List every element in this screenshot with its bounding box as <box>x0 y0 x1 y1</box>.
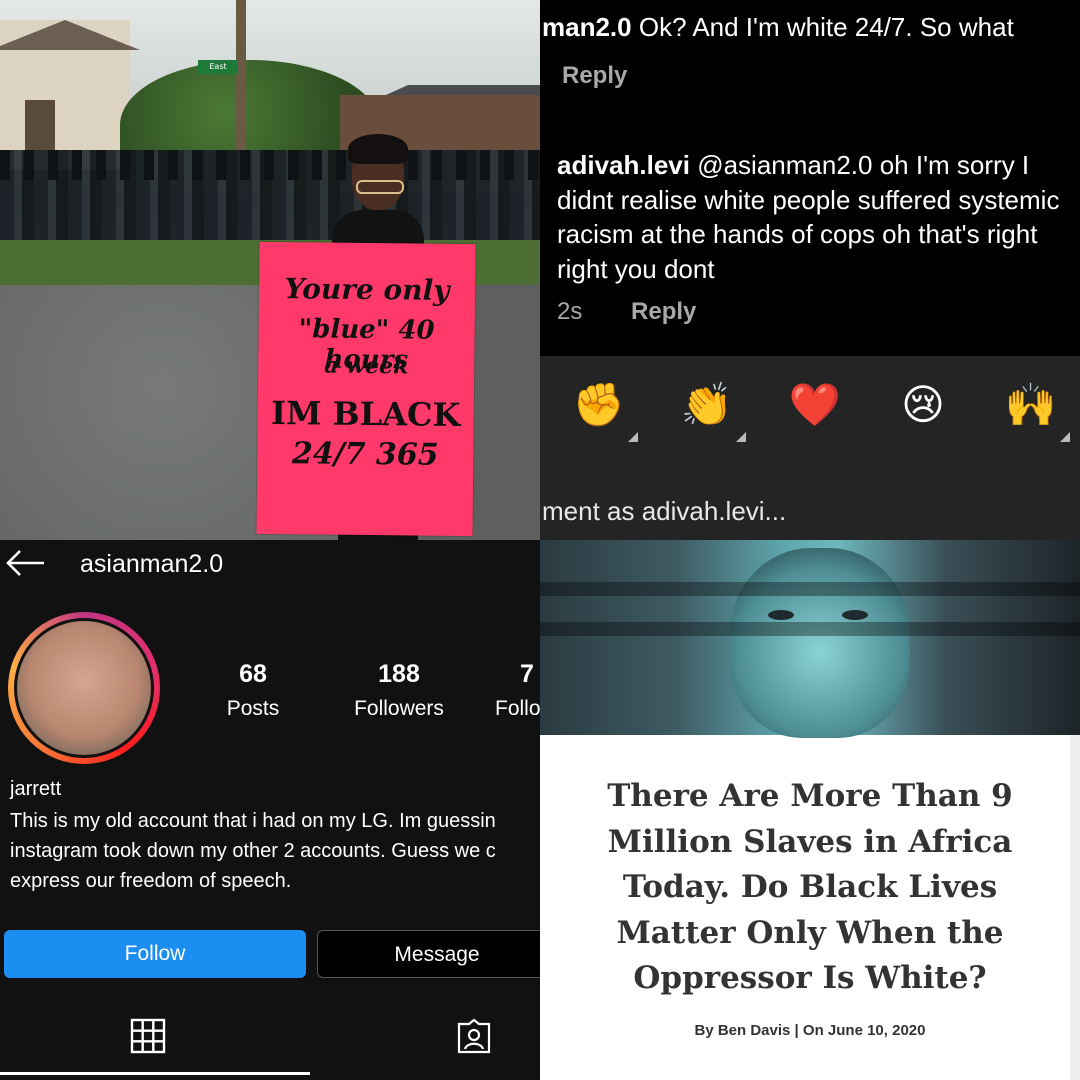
house-window <box>25 100 55 150</box>
reply-button[interactable]: Reply <box>562 62 627 90</box>
message-button[interactable]: Message <box>317 930 540 978</box>
raised-fist-icon[interactable]: ✊ <box>572 378 626 432</box>
glitch-band <box>540 582 1080 596</box>
comment-2-meta: 2s Reply <box>557 298 696 326</box>
stat-following-label: Follo <box>495 697 540 720</box>
sign-line-1: Youre only <box>284 272 450 307</box>
glasses <box>356 180 404 194</box>
sign-line-3: a week <box>324 352 409 380</box>
emoji-reaction-bar: ✊ 👏 ❤️ 😢 🙌 <box>540 356 1080 456</box>
page-edge <box>1070 735 1080 1080</box>
clapping-hands-icon[interactable]: 👏 <box>680 378 734 432</box>
comment-1-text: Ok? And I'm white 24/7. So what <box>638 12 1014 42</box>
protester-hair <box>348 134 408 164</box>
stat-followers[interactable]: 188 Followers <box>334 660 464 721</box>
tagged-icon[interactable] <box>455 1018 493 1054</box>
comment-input-bar[interactable]: ment as adivah.levi... <box>540 456 1080 540</box>
raising-hands-icon[interactable]: 🙌 <box>1004 378 1058 432</box>
emoji-variant-indicator <box>736 432 746 442</box>
comment-time: 2s <box>557 298 583 325</box>
house-left <box>0 20 140 170</box>
comment-2-user[interactable]: adivah.levi <box>557 150 690 180</box>
stat-posts-label: Posts <box>226 697 280 720</box>
stat-followers-label: Followers <box>354 697 444 720</box>
follow-button[interactable]: Follow <box>4 930 306 978</box>
profile-username: asianman2.0 <box>80 550 224 578</box>
comments-screenshot: man2.0 Ok? And I'm white 24/7. So what R… <box>540 0 1080 540</box>
article-byline: By Ben Davis | On June 10, 2020 <box>694 1022 926 1039</box>
stat-posts[interactable]: 68 Posts <box>188 660 318 721</box>
police-helmets <box>0 150 540 180</box>
article-screenshot: There Are More Than 9 Million Slaves in … <box>540 540 1080 1080</box>
profile-name: jarrett <box>10 778 62 800</box>
child-face <box>730 548 910 738</box>
red-heart-icon[interactable]: ❤️ <box>788 378 842 432</box>
glitch-band <box>540 622 1080 636</box>
grid-icon[interactable] <box>130 1018 166 1054</box>
comment-1-user[interactable]: man2.0 <box>542 12 632 42</box>
sign-line-5: 24/7 365 <box>291 436 439 473</box>
comment-1: man2.0 Ok? And I'm white 24/7. So what <box>542 12 1014 43</box>
protest-sign: Youre only "blue" 40 hours a week IM BLA… <box>256 241 476 537</box>
article-headline[interactable]: There Are More Than 9 Million Slaves in … <box>570 774 1050 1002</box>
sign-line-4: IM BLACK <box>270 394 461 434</box>
stat-posts-value: 68 <box>239 660 267 688</box>
protest-photo: East Youre only "blue" 40 hours a week I… <box>0 0 540 540</box>
avatar[interactable] <box>14 618 154 758</box>
house-roof <box>0 20 140 50</box>
comment-2: adivah.levi @asianman2.0 oh I'm sorry I … <box>557 148 1072 286</box>
comment-input-placeholder[interactable]: ment as adivah.levi... <box>542 496 786 527</box>
bio-line: instagram took down my other 2 accounts.… <box>10 840 496 862</box>
bio-line: This is my old account that i had on my … <box>10 810 496 832</box>
profile-bio: This is my old account that i had on my … <box>10 806 540 896</box>
stat-following-value: 7 <box>520 660 534 688</box>
street-sign: East <box>198 60 238 74</box>
reply-button[interactable]: Reply <box>631 298 696 325</box>
arrow-left-icon[interactable] <box>4 548 46 578</box>
bio-line: express our freedom of speech. <box>10 870 292 892</box>
comment-2-mention[interactable]: @asianman2.0 <box>697 150 872 180</box>
eye <box>842 610 868 620</box>
active-tab-indicator <box>0 1072 310 1075</box>
eye <box>768 610 794 620</box>
article-hero-image <box>540 540 1080 738</box>
profile-screenshot: asianman2.0 68 Posts 188 Followers 7 Fol… <box>0 540 540 1080</box>
crying-face-icon[interactable]: 😢 <box>896 378 950 432</box>
stat-following[interactable]: 7 Follo <box>484 660 540 721</box>
emoji-variant-indicator <box>628 432 638 442</box>
emoji-variant-indicator <box>1060 432 1070 442</box>
stat-followers-value: 188 <box>378 660 420 688</box>
